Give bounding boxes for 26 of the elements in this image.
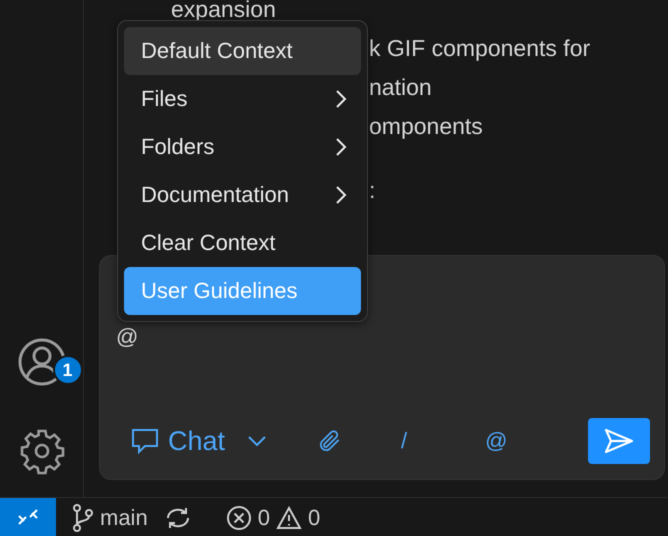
mode-dropdown[interactable]: Chat [116, 426, 268, 456]
mention-button[interactable]: @ [479, 427, 514, 455]
problems-button[interactable]: 0 0 [220, 504, 326, 530]
settings-icon[interactable] [18, 427, 66, 475]
response-text: omponents [369, 112, 483, 141]
menu-item[interactable]: Default Context [124, 27, 361, 75]
error-icon [226, 504, 252, 530]
menu-item[interactable]: Clear Context [124, 219, 361, 267]
notification-badge: 1 [52, 355, 82, 385]
menu-item[interactable]: Files [124, 75, 361, 123]
branch-icon [72, 502, 94, 532]
send-icon [603, 427, 635, 455]
warning-icon [276, 506, 302, 530]
menu-item[interactable]: Folders [124, 123, 361, 171]
send-button[interactable] [588, 418, 650, 464]
chat-input[interactable]: @ [116, 324, 650, 418]
branch-button[interactable]: main [66, 502, 154, 532]
response-text: k GIF components for [369, 34, 590, 63]
response-text: : [369, 176, 376, 205]
response-text: expansion [171, 0, 276, 24]
response-text: nation [369, 73, 432, 102]
menu-item[interactable]: Documentation [124, 171, 361, 219]
chat-bubble-icon [130, 427, 160, 455]
chevron-down-icon [247, 435, 268, 447]
remote-button[interactable] [0, 498, 56, 536]
command-button[interactable]: / [395, 427, 414, 455]
